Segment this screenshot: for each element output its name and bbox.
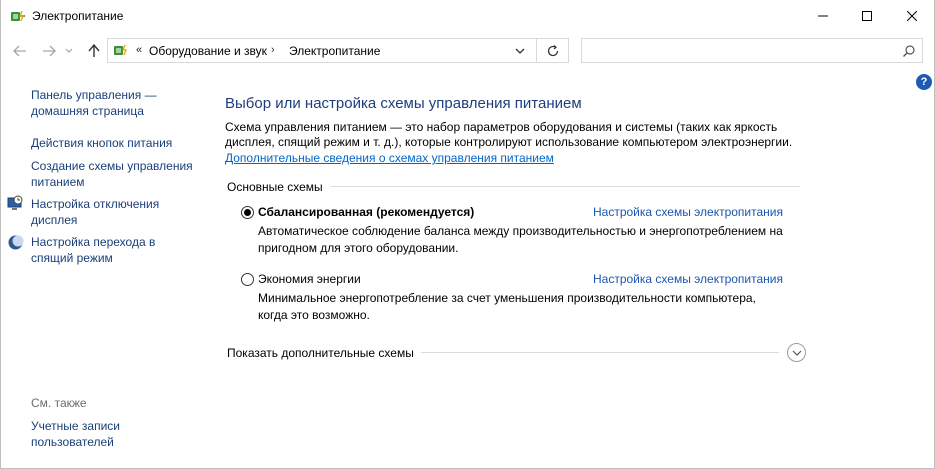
plan-power-saver-radio[interactable]	[241, 273, 254, 286]
breadcrumb-power-options[interactable]: Электропитание	[289, 44, 380, 58]
arrow-left-icon	[13, 45, 26, 57]
plan-balanced-radio[interactable]	[241, 206, 254, 219]
close-button[interactable]	[889, 0, 934, 31]
page-description: Схема управления питанием — это набор па…	[225, 120, 793, 149]
chevron-down-icon[interactable]	[512, 43, 528, 59]
search-icon[interactable]	[902, 44, 916, 58]
maximize-icon	[862, 10, 872, 21]
breadcrumb-separator[interactable]: ›	[271, 44, 275, 56]
maximize-button[interactable]	[844, 0, 890, 31]
back-button[interactable]	[10, 42, 30, 60]
up-button[interactable]	[84, 42, 104, 60]
power-options-window: Электропитание « Оборудование и звук › Э…	[0, 0, 935, 469]
breadcrumb-overflow-chevron[interactable]: «	[136, 44, 142, 56]
address-divider	[536, 39, 537, 62]
plan-balanced-settings-link[interactable]: Настройка схемы электропитания	[593, 205, 783, 219]
arrow-up-icon	[88, 44, 100, 57]
sleep-moon-icon	[8, 235, 24, 250]
arrow-right-icon	[43, 45, 56, 57]
page-title: Выбор или настройка схемы управления пит…	[225, 95, 582, 112]
see-also-label: См. также	[31, 396, 87, 410]
minimize-icon	[818, 15, 828, 16]
turn-off-display-link[interactable]: Настройка отключения дисплея	[31, 196, 181, 228]
help-button[interactable]: ?	[916, 74, 932, 90]
plan-power-saver-name[interactable]: Экономия энергии	[258, 272, 361, 286]
recent-locations-button[interactable]	[63, 42, 75, 60]
plan-balanced-description: Автоматическое соблюдение баланса между …	[258, 224, 783, 255]
expand-additional-plans-button[interactable]	[787, 343, 806, 362]
plan-power-saver-settings-link[interactable]: Настройка схемы электропитания	[593, 272, 783, 286]
additional-plans-divider	[421, 352, 779, 353]
refresh-icon[interactable]	[545, 43, 561, 59]
plan-balanced-name[interactable]: Сбалансированная (рекомендуется)	[258, 205, 474, 219]
close-icon	[907, 10, 917, 21]
control-panel-home-link[interactable]: Панель управления — домашняя страница	[31, 87, 181, 119]
plan-power-saver-description: Минимальное энергопотребление за счет ум…	[258, 291, 756, 322]
power-options-icon	[114, 44, 127, 56]
group-divider	[331, 186, 800, 187]
address-bar[interactable]: « Оборудование и звук › Электропитание	[107, 38, 569, 63]
preferred-plans-heading: Основные схемы	[227, 180, 323, 194]
more-info-link[interactable]: Дополнительные сведения о схемах управле…	[225, 151, 554, 165]
sleep-settings-link[interactable]: Настройка перехода в спящий режим	[31, 234, 181, 266]
show-additional-plans-label[interactable]: Показать дополнительные схемы	[227, 346, 414, 360]
power-button-actions-link[interactable]: Действия кнопок питания	[31, 135, 172, 151]
minimize-button[interactable]	[800, 0, 846, 31]
search-box[interactable]	[581, 38, 923, 63]
chevron-down-icon	[65, 48, 73, 53]
user-accounts-link[interactable]: Учетные записи пользователей	[31, 418, 151, 450]
power-options-icon	[11, 10, 25, 22]
chevron-down-icon	[792, 350, 801, 356]
breadcrumb-hardware-and-sound[interactable]: Оборудование и звук	[149, 44, 267, 58]
search-input[interactable]	[586, 42, 886, 59]
display-clock-icon	[7, 195, 23, 210]
forward-button[interactable]	[39, 42, 59, 60]
window-title: Электропитание	[32, 9, 124, 23]
create-power-plan-link[interactable]: Создание схемы управления питанием	[31, 158, 201, 190]
title-bar: Электропитание	[1, 0, 934, 31]
